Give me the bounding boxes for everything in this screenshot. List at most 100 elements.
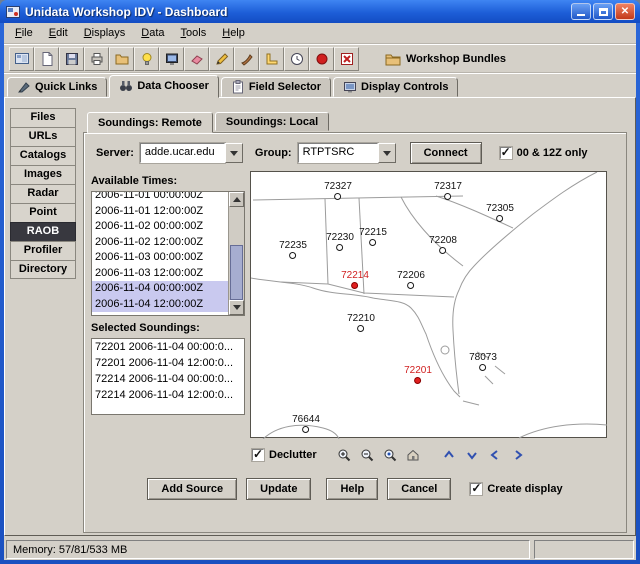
ruler-icon[interactable] — [259, 47, 284, 71]
sidebar-item-files[interactable]: Files — [10, 108, 76, 127]
sounding-item[interactable]: 72214 2006-11-04 12:00:0... — [92, 387, 244, 403]
menu-edit[interactable]: Edit — [41, 24, 76, 42]
tab-soundings-local[interactable]: Soundings: Local — [215, 112, 329, 131]
menu-tools[interactable]: Tools — [173, 24, 215, 42]
pan-right-icon[interactable] — [509, 446, 527, 464]
connect-button[interactable]: Connect — [410, 142, 482, 164]
menu-displays[interactable]: Displays — [76, 24, 134, 42]
pencil-icon[interactable] — [209, 47, 234, 71]
bundle-page-icon[interactable] — [34, 47, 59, 71]
scrollbar-thumb[interactable] — [230, 245, 243, 300]
sidebar-item-images[interactable]: Images — [10, 165, 76, 184]
eraser-icon[interactable] — [184, 47, 209, 71]
tip-lightbulb-icon[interactable] — [134, 47, 159, 71]
time-item-selected[interactable]: 2006-11-04 12:00:00Z — [92, 297, 228, 313]
create-display-checkbox[interactable]: ✓ — [470, 483, 482, 495]
group-dropdown-button[interactable] — [378, 143, 396, 163]
tab-soundings-remote[interactable]: Soundings: Remote — [87, 112, 213, 133]
declutter-checkbox[interactable]: ✓ — [252, 449, 264, 461]
z-only-checkbox[interactable]: ✓ — [500, 147, 512, 159]
remove-red-x-icon[interactable] — [334, 47, 359, 71]
map-station-76644[interactable]: 76644 — [292, 414, 320, 433]
sidebar-item-profiler[interactable]: Profiler — [10, 241, 76, 260]
sounding-item[interactable]: 72201 2006-11-04 12:00:0... — [92, 355, 244, 371]
sidebar-item-radar[interactable]: Radar — [10, 184, 76, 203]
minimize-button[interactable] — [571, 3, 591, 20]
zoom-reset-icon[interactable] — [381, 446, 399, 464]
server-input[interactable]: adde.ucar.edu — [140, 143, 225, 163]
tab-display-controls[interactable]: Display Controls — [333, 77, 458, 97]
display-window-icon[interactable] — [159, 47, 184, 71]
zoom-in-icon[interactable] — [335, 446, 353, 464]
time-item[interactable]: 2006-11-01 12:00:00Z — [92, 204, 228, 220]
menu-file[interactable]: File — [7, 24, 41, 42]
maximize-button[interactable] — [593, 3, 613, 20]
station-map[interactable]: 72327 72317 72305 72235 72230 72215 7220… — [250, 171, 607, 438]
sounding-item[interactable]: 72201 2006-11-04 00:00:0... — [92, 339, 244, 355]
map-station-72215[interactable]: 72215 — [359, 227, 387, 246]
workshop-bundles-button[interactable]: Workshop Bundles — [379, 49, 512, 69]
group-input[interactable]: RTPTSRC — [298, 143, 378, 163]
clock-icon[interactable] — [284, 47, 309, 71]
time-item[interactable]: 2006-11-03 00:00:00Z — [92, 250, 228, 266]
sidebar-item-catalogs[interactable]: Catalogs — [10, 146, 76, 165]
titlebar[interactable]: Unidata Workshop IDV - Dashboard ✕ — [0, 0, 640, 23]
map-station-72214-selected[interactable]: 72214 — [341, 270, 369, 289]
map-station-72206[interactable]: 72206 — [397, 270, 425, 289]
home-icon[interactable] — [404, 446, 422, 464]
tab-field-selector[interactable]: Field Selector — [221, 77, 331, 97]
sidebar-item-urls[interactable]: URLs — [10, 127, 76, 146]
sidebar-item-raob[interactable]: RAOB — [10, 222, 76, 241]
map-station-78073[interactable]: 78073 — [469, 352, 497, 371]
times-scrollbar[interactable] — [228, 192, 244, 315]
sidebar-item-directory[interactable]: Directory — [10, 260, 76, 279]
station-marker-icon — [440, 247, 447, 254]
print-icon[interactable] — [84, 47, 109, 71]
map-station-72327[interactable]: 72327 — [324, 181, 352, 200]
close-button[interactable]: ✕ — [615, 3, 635, 20]
menu-help[interactable]: Help — [214, 24, 253, 42]
sounding-item[interactable]: 72214 2006-11-04 00:00:0... — [92, 371, 244, 387]
station-marker-icon — [480, 364, 487, 371]
paintbrush-icon[interactable] — [234, 47, 259, 71]
map-station-72317[interactable]: 72317 — [434, 181, 462, 200]
checkmark-icon: ✓ — [501, 145, 511, 159]
pan-up-icon[interactable] — [440, 446, 458, 464]
time-item[interactable]: 2006-11-02 00:00:00Z — [92, 219, 228, 235]
minimize-icon — [577, 14, 585, 16]
quill-icon — [17, 80, 31, 94]
scroll-up-button[interactable] — [229, 192, 244, 207]
sidebar-item-point[interactable]: Point — [10, 203, 76, 222]
time-item-selected[interactable]: 2006-11-04 00:00:00Z — [92, 281, 228, 297]
help-button[interactable]: Help — [326, 478, 378, 500]
map-station-72305[interactable]: 72305 — [486, 203, 514, 222]
tab-quick-links[interactable]: Quick Links — [7, 77, 107, 97]
time-item[interactable]: 2006-11-03 12:00:00Z — [92, 266, 228, 282]
map-station-72230[interactable]: 72230 — [326, 232, 354, 251]
pan-left-icon[interactable] — [486, 446, 504, 464]
display-icon — [343, 80, 357, 94]
add-source-button[interactable]: Add Source — [147, 478, 237, 500]
map-station-72201-selected[interactable]: 72201 — [404, 365, 432, 384]
save-bundle-icon[interactable] — [59, 47, 84, 71]
scroll-down-button[interactable] — [229, 300, 244, 315]
show-dashboard-icon[interactable] — [9, 47, 34, 71]
times-list-viewport: 2006-11-01 00:00:00Z 2006-11-01 12:00:00… — [92, 192, 228, 312]
pan-down-icon[interactable] — [463, 446, 481, 464]
time-item[interactable]: 2006-11-01 00:00:00Z — [92, 191, 228, 204]
time-item[interactable]: 2006-11-02 12:00:00Z — [92, 235, 228, 251]
server-dropdown-button[interactable] — [225, 143, 243, 163]
map-station-72210[interactable]: 72210 — [347, 313, 375, 332]
map-station-72208[interactable]: 72208 — [429, 235, 457, 254]
checkmark-icon: ✓ — [253, 447, 263, 461]
tab-data-chooser[interactable]: Data Chooser — [109, 75, 219, 98]
bundles-folder-icon — [385, 52, 401, 66]
create-display-label: Create display — [487, 483, 562, 495]
update-button[interactable]: Update — [246, 478, 311, 500]
cancel-button[interactable]: Cancel — [387, 478, 451, 500]
map-station-72235[interactable]: 72235 — [279, 240, 307, 259]
record-red-icon[interactable] — [309, 47, 334, 71]
zoom-out-icon[interactable] — [358, 446, 376, 464]
menu-data[interactable]: Data — [133, 24, 172, 42]
open-bundle-icon[interactable] — [109, 47, 134, 71]
